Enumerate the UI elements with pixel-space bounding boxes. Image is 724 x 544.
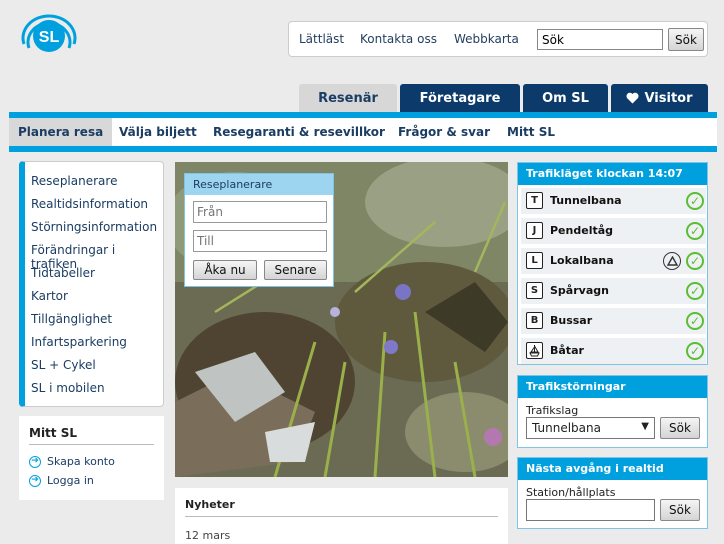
tram-icon: S (526, 282, 543, 299)
station-label: Station/hållplats (526, 486, 616, 499)
create-account-link[interactable]: ➔ Skapa konto (29, 455, 115, 468)
tab-traveller[interactable]: Resenär (299, 84, 397, 112)
traffic-status-title: Trafikläget klockan 14:07 (518, 163, 707, 185)
sidebar-nav: Reseplanerare Realtidsinformation Störni… (19, 161, 164, 407)
traffic-row-local-rail[interactable]: L Lokalbana ✓ (521, 248, 706, 274)
traffic-row-bus[interactable]: B Bussar ✓ (521, 308, 706, 334)
from-field[interactable] (193, 201, 327, 223)
subnav-guarantee[interactable]: Resegaranti & resevillkor (213, 118, 385, 146)
my-sl-box: Mitt SL ➔ Skapa konto ➔ Logga in (19, 416, 164, 500)
sl-logo[interactable]: SL (18, 10, 80, 62)
to-field[interactable] (193, 230, 327, 252)
local-rail-icon: L (526, 252, 543, 269)
check-icon: ✓ (686, 312, 704, 330)
commuter-train-icon: J (526, 222, 543, 239)
arrow-right-icon: ➔ (29, 474, 41, 487)
next-departure-title: Nästa avgång i realtid (518, 458, 707, 480)
traffic-mode-label: Bussar (550, 314, 593, 327)
sidebar-item-park-and-ride[interactable]: Infartsparkering (31, 335, 127, 349)
login-link[interactable]: ➔ Logga in (29, 474, 94, 487)
sidebar-item-timetables[interactable]: Tidtabeller (31, 266, 95, 280)
tab-business[interactable]: Företagare (400, 84, 520, 112)
search-input[interactable] (537, 29, 663, 50)
create-account-label: Skapa konto (47, 455, 115, 468)
check-icon: ✓ (686, 342, 704, 360)
tab-about-sl[interactable]: Om SL (523, 84, 608, 112)
sidebar-item-mobile[interactable]: SL i mobilen (31, 381, 105, 395)
sidebar-item-maps[interactable]: Kartor (31, 289, 68, 303)
disruptions-box: Trafikstörningar Trafikslag Tunnelbana ▼… (517, 375, 708, 448)
sidebar-item-accessibility[interactable]: Tillgänglighet (31, 312, 112, 326)
station-input[interactable] (526, 499, 655, 521)
search-button[interactable]: Sök (668, 28, 704, 51)
check-icon: ✓ (686, 282, 704, 300)
sidebar-item-realtime[interactable]: Realtidsinformation (31, 197, 148, 211)
utility-bar: Lättläst Kontakta oss Webbkarta Sök (288, 21, 708, 57)
later-button[interactable]: Senare (264, 260, 327, 280)
traffic-mode-label: Tunnelbana (550, 194, 622, 207)
check-icon: ✓ (686, 192, 704, 210)
boat-icon (526, 342, 543, 359)
sub-navigation: Planera resa Välja biljett Resegaranti &… (9, 118, 717, 146)
sidebar-item-bike[interactable]: SL + Cykel (31, 358, 96, 372)
subnav-tickets[interactable]: Välja biljett (119, 118, 197, 146)
traffic-type-value: Tunnelbana (532, 421, 601, 435)
disruptions-search-button[interactable]: Sök (660, 417, 700, 439)
traffic-mode-label: Lokalbana (550, 254, 614, 267)
traffic-mode-label: Pendeltåg (550, 224, 614, 237)
divider (29, 444, 154, 445)
link-contact[interactable]: Kontakta oss (360, 32, 437, 46)
heart-icon (626, 92, 639, 104)
divider (185, 516, 498, 517)
subnav-faq[interactable]: Frågor & svar (398, 118, 490, 146)
traffic-type-label: Trafikslag (526, 404, 579, 417)
metro-icon: T (526, 192, 543, 209)
traffic-type-select[interactable]: Tunnelbana ▼ (526, 417, 655, 439)
link-easy-read[interactable]: Lättläst (299, 32, 344, 46)
news-box: Nyheter 12 mars (175, 488, 508, 544)
disruptions-title: Trafikstörningar (518, 376, 707, 398)
link-sitemap[interactable]: Webbkarta (454, 32, 519, 46)
sidebar-item-disruptions[interactable]: Störningsinformation (31, 220, 157, 234)
next-departure-box: Nästa avgång i realtid Station/hållplats… (517, 457, 708, 529)
planner-title: Reseplanerare (185, 174, 333, 195)
subnav-plan-trip[interactable]: Planera resa (9, 118, 113, 146)
tab-visitor-label: Visitor (644, 90, 693, 106)
warning-icon (663, 252, 681, 270)
check-icon: ✓ (686, 222, 704, 240)
traffic-mode-label: Spårvagn (550, 284, 609, 297)
check-icon: ✓ (686, 252, 704, 270)
arrow-right-icon: ➔ (29, 455, 41, 468)
login-label: Logga in (47, 474, 94, 487)
tab-visitor[interactable]: Visitor (611, 84, 708, 112)
journey-planner-widget: Reseplanerare Åka nu Senare (184, 173, 334, 287)
go-now-button[interactable]: Åka nu (193, 260, 257, 280)
traffic-status-box: Trafikläget klockan 14:07 T Tunnelbana ✓… (517, 162, 708, 365)
next-departure-search-button[interactable]: Sök (660, 499, 700, 521)
news-date: 12 mars (185, 529, 231, 542)
traffic-row-tram[interactable]: S Spårvagn ✓ (521, 278, 706, 304)
my-sl-title: Mitt SL (29, 426, 77, 440)
chevron-down-icon: ▼ (641, 421, 649, 432)
news-title: Nyheter (185, 498, 235, 511)
subnav-my-sl[interactable]: Mitt SL (507, 118, 555, 146)
sidebar-item-journey-planner[interactable]: Reseplanerare (31, 174, 117, 188)
bus-icon: B (526, 312, 543, 329)
traffic-mode-label: Båtar (550, 344, 584, 357)
traffic-row-boat[interactable]: Båtar ✓ (521, 338, 706, 364)
traffic-row-commuter-train[interactable]: J Pendeltåg ✓ (521, 218, 706, 244)
svg-text:SL: SL (39, 29, 60, 46)
nav-band-bottom (9, 146, 717, 152)
traffic-row-metro[interactable]: T Tunnelbana ✓ (521, 188, 706, 214)
